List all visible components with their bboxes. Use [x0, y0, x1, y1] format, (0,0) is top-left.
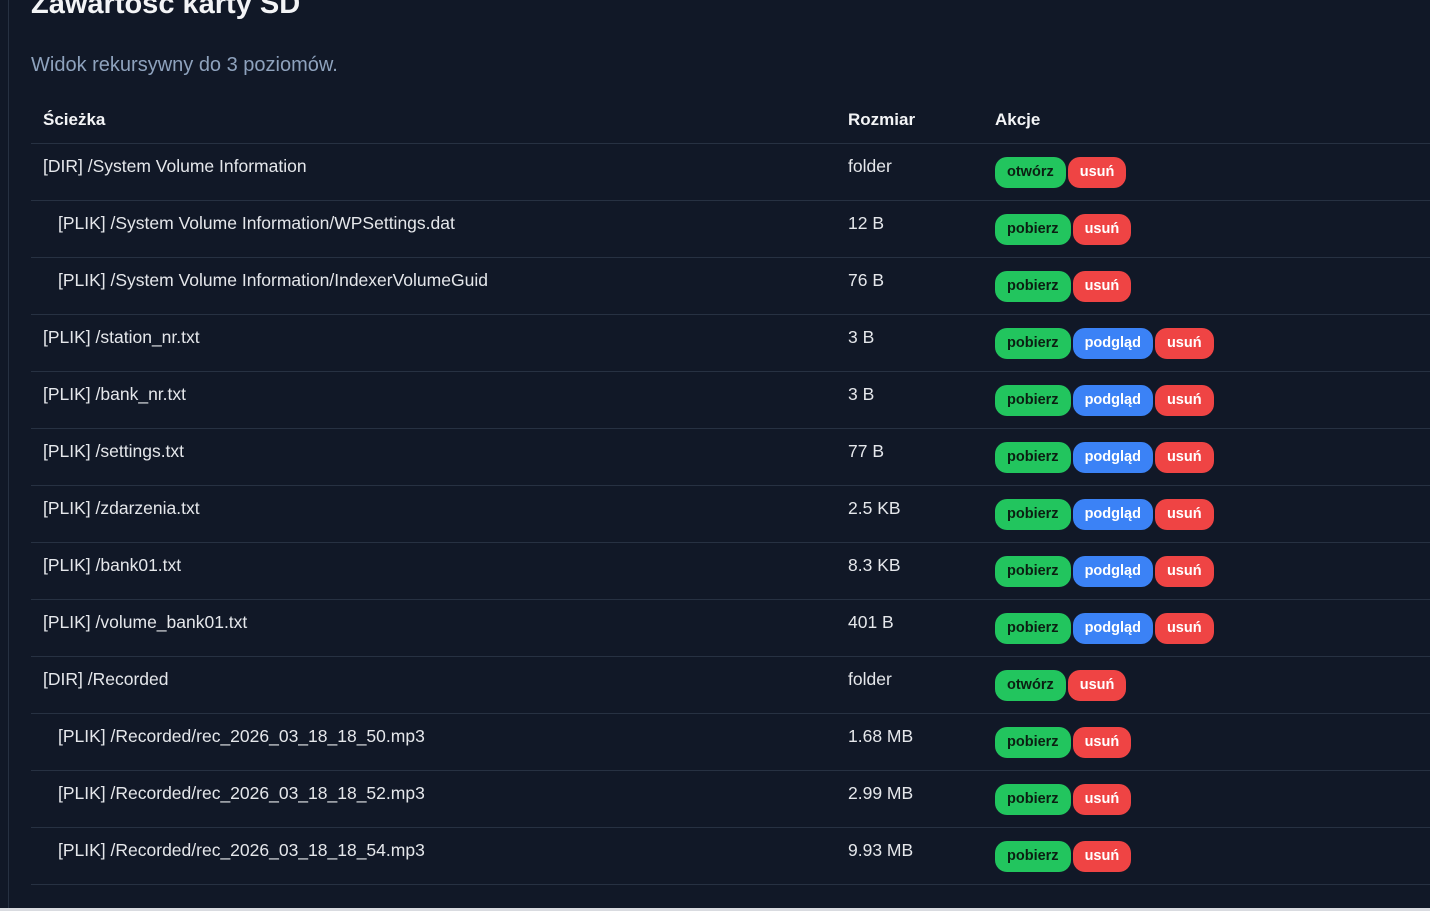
row-actions: pobierz podgląd usuń	[983, 599, 1430, 657]
preview-button[interactable]: podgląd	[1072, 328, 1153, 359]
row-actions: pobierz usuń	[983, 200, 1430, 258]
file-size: folder	[836, 143, 983, 201]
table-row: [PLIK] /Recorded/rec_2026_03_18_18_52.mp…	[31, 770, 1430, 828]
row-actions: pobierz podgląd usuń	[983, 371, 1430, 429]
preview-button[interactable]: podgląd	[1072, 499, 1153, 530]
download-button[interactable]: pobierz	[995, 841, 1071, 872]
column-actions: Akcje	[983, 97, 1430, 144]
file-path: [PLIK] /settings.txt	[31, 428, 836, 486]
download-button[interactable]: pobierz	[995, 271, 1071, 302]
file-path: [PLIK] /Recorded/rec_2026_03_18_18_52.mp…	[31, 770, 836, 828]
table-row: [PLIK] /System Volume Information/Indexe…	[31, 257, 1430, 315]
download-button[interactable]: pobierz	[995, 556, 1071, 587]
preview-button[interactable]: podgląd	[1072, 442, 1153, 473]
file-size: 2.5 KB	[836, 485, 983, 543]
file-path: [PLIK] /System Volume Information/Indexe…	[31, 257, 836, 315]
file-path: [PLIK] /System Volume Information/WPSett…	[31, 200, 836, 258]
delete-button[interactable]: usuń	[1067, 670, 1127, 701]
delete-button[interactable]: usuń	[1072, 784, 1132, 815]
row-actions: otwórz usuń	[983, 656, 1430, 714]
delete-button[interactable]: usuń	[1067, 157, 1127, 188]
file-path: [DIR] /System Volume Information	[31, 143, 836, 201]
delete-button[interactable]: usuń	[1072, 214, 1132, 245]
column-size: Rozmiar	[836, 97, 983, 144]
delete-button[interactable]: usuń	[1072, 841, 1132, 872]
delete-button[interactable]: usuń	[1154, 385, 1214, 416]
open-button[interactable]: otwórz	[995, 670, 1066, 701]
download-button[interactable]: pobierz	[995, 727, 1071, 758]
delete-button[interactable]: usuń	[1154, 328, 1214, 359]
file-path: [PLIK] /bank01.txt	[31, 542, 836, 600]
delete-button[interactable]: usuń	[1154, 613, 1214, 644]
file-size: 401 B	[836, 599, 983, 657]
delete-button[interactable]: usuń	[1072, 727, 1132, 758]
table-row: [PLIK] /zdarzenia.txt 2.5 KB pobierz podglą…	[31, 485, 1430, 543]
download-button[interactable]: pobierz	[995, 328, 1071, 359]
preview-button[interactable]: podgląd	[1072, 385, 1153, 416]
row-actions: pobierz usuń	[983, 713, 1430, 771]
download-button[interactable]: pobierz	[995, 442, 1071, 473]
file-path: [PLIK] /zdarzenia.txt	[31, 485, 836, 543]
row-actions: pobierz usuń	[983, 770, 1430, 828]
file-size: 2.99 MB	[836, 770, 983, 828]
row-actions: pobierz usuń	[983, 257, 1430, 315]
table-row: [PLIK] /station_nr.txt 3 Bpobierz podgląd u…	[31, 314, 1430, 372]
download-button[interactable]: pobierz	[995, 499, 1071, 530]
row-actions: pobierz podgląd usuń	[983, 314, 1430, 372]
table-row: [PLIK] /volume_bank01.txt 401 Bpobierz pod…	[31, 599, 1430, 657]
page-subtitle: Widok rekursywny do 3 poziomów.	[31, 54, 338, 76]
file-size: 76 B	[836, 257, 983, 315]
table-row: [DIR] /Recorded folder otwórz usuń	[31, 656, 1430, 714]
file-size: 3 B	[836, 371, 983, 429]
file-size: 12 B	[836, 200, 983, 258]
row-actions: pobierz podgląd usuń	[983, 428, 1430, 486]
file-path: [PLIK] /station_nr.txt	[31, 314, 836, 372]
table-row: [PLIK] /Recorded/rec_2026_03_18_18_54.mp…	[31, 827, 1430, 885]
delete-button[interactable]: usuń	[1154, 442, 1214, 473]
file-size: 8.3 KB	[836, 542, 983, 600]
column-path: Ścieżka	[31, 97, 836, 144]
file-size: 1.68 MB	[836, 713, 983, 771]
file-path: [PLIK] /Recorded/rec_2026_03_18_18_50.mp…	[31, 713, 836, 771]
table-row: [PLIK] /settings.txt 77 Bpobierz podgląd us…	[31, 428, 1430, 486]
download-button[interactable]: pobierz	[995, 613, 1071, 644]
preview-button[interactable]: podgląd	[1072, 613, 1153, 644]
file-path: [DIR] /Recorded	[31, 656, 836, 714]
row-actions: pobierz podgląd usuń	[983, 542, 1430, 600]
file-size: 9.93 MB	[836, 827, 983, 885]
delete-button[interactable]: usuń	[1154, 499, 1214, 530]
page-title: Zawartość karty SD	[31, 0, 301, 20]
row-actions: otwórz usuń	[983, 143, 1430, 201]
table-row: [PLIK] /System Volume Information/WPSett…	[31, 200, 1430, 258]
table-row: [PLIK] /bank_nr.txt 3 Bpobierz podgląd usuń	[31, 371, 1430, 429]
open-button[interactable]: otwórz	[995, 157, 1066, 188]
table-row: [DIR] /System Volume Information folder ot…	[31, 143, 1430, 201]
file-table: Ścieżka Rozmiar Akcje [DIR] /System Volu…	[31, 97, 1430, 885]
preview-button[interactable]: podgląd	[1072, 556, 1153, 587]
file-path: [PLIK] /bank_nr.txt	[31, 371, 836, 429]
delete-button[interactable]: usuń	[1072, 271, 1132, 302]
file-path: [PLIK] /Recorded/rec_2026_03_18_18_54.mp…	[31, 827, 836, 885]
download-button[interactable]: pobierz	[995, 385, 1071, 416]
row-actions: pobierz podgląd usuń	[983, 485, 1430, 543]
table-header: Ścieżka Rozmiar Akcje	[31, 97, 1430, 144]
file-size: 77 B	[836, 428, 983, 486]
download-button[interactable]: pobierz	[995, 214, 1071, 245]
table-row: [PLIK] /bank01.txt 8.3 KB pobierz podgląd us…	[31, 542, 1430, 600]
file-path: [PLIK] /volume_bank01.txt	[31, 599, 836, 657]
row-actions: pobierz usuń	[983, 827, 1430, 885]
table-row: [PLIK] /Recorded/rec_2026_03_18_18_50.mp…	[31, 713, 1430, 771]
download-button[interactable]: pobierz	[995, 784, 1071, 815]
delete-button[interactable]: usuń	[1154, 556, 1214, 587]
panel-border	[8, 0, 9, 908]
file-size: folder	[836, 656, 983, 714]
file-size: 3 B	[836, 314, 983, 372]
